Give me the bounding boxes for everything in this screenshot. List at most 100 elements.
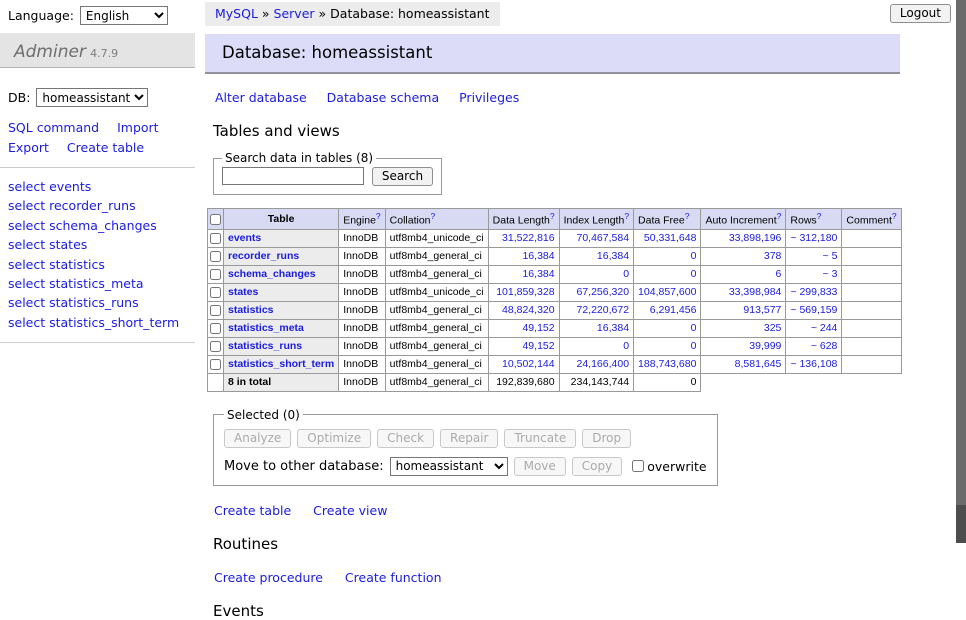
search-input[interactable] [222, 167, 364, 185]
row-checkbox[interactable] [210, 287, 221, 298]
create-procedure-link[interactable]: Create procedure [214, 570, 323, 585]
data-length-link[interactable]: 16,384 [522, 268, 554, 280]
row-checkbox[interactable] [210, 341, 221, 352]
sidebar-item-select-statistics[interactable]: select statistics [8, 257, 105, 272]
select-all-checkbox[interactable] [210, 214, 221, 225]
rows-count-link[interactable]: ~ 569,159 [790, 304, 837, 316]
sidebar-link-import[interactable]: Import [117, 120, 159, 135]
collation-cell: utf8mb4_general_ci [385, 247, 488, 265]
create-table-link[interactable]: Create table [214, 503, 291, 518]
alter-database-link[interactable]: Alter database [215, 90, 307, 105]
rows-count-link[interactable]: ~ 312,180 [790, 232, 837, 244]
help-icon[interactable]: ? [376, 211, 381, 221]
index-length-link[interactable]: 0 [623, 268, 629, 280]
overwrite-checkbox[interactable] [632, 460, 644, 472]
auto-increment-link[interactable]: 39,999 [749, 340, 781, 352]
data-free-link[interactable]: 50,331,648 [644, 232, 697, 244]
help-icon[interactable]: ? [817, 211, 822, 221]
help-icon[interactable]: ? [777, 211, 782, 221]
index-length-link[interactable]: 72,220,672 [576, 304, 629, 316]
breadcrumb-link-mysql[interactable]: MySQL [215, 6, 258, 21]
auto-increment-link[interactable]: 325 [764, 322, 782, 334]
sidebar-item-select-statistics-runs[interactable]: select statistics_runs [8, 295, 139, 310]
row-checkbox[interactable] [210, 251, 221, 262]
table-name-link[interactable]: states [228, 286, 258, 298]
auto-increment-link[interactable]: 378 [764, 250, 782, 262]
language-select[interactable]: English [80, 6, 168, 25]
table-name-link[interactable]: statistics_meta [228, 322, 304, 334]
index-length-link[interactable]: 0 [623, 340, 629, 352]
sidebar-item-select-statistics-meta[interactable]: select statistics_meta [8, 276, 144, 291]
sidebar-link-sql-command[interactable]: SQL command [8, 120, 99, 135]
adminer-logo: Adminer [14, 42, 86, 62]
table-name-link[interactable]: statistics_runs [228, 340, 302, 352]
data-length-link[interactable]: 101,859,328 [496, 286, 554, 298]
data-length-link[interactable]: 16,384 [522, 250, 554, 262]
data-free-link[interactable]: 104,857,600 [638, 286, 696, 298]
row-checkbox[interactable] [210, 233, 221, 244]
rows-count-link[interactable]: ~ 628 [811, 340, 838, 352]
data-free-link[interactable]: 0 [691, 250, 697, 262]
sidebar-item-select-schema-changes[interactable]: select schema_changes [8, 218, 157, 233]
help-icon[interactable]: ? [624, 211, 629, 221]
rows-count-link[interactable]: ~ 3 [823, 268, 838, 280]
rows-count-link[interactable]: ~ 299,833 [790, 286, 837, 298]
data-free-link[interactable]: 188,743,680 [638, 358, 696, 370]
index-length-link[interactable]: 70,467,584 [576, 232, 629, 244]
index-length-link[interactable]: 16,384 [597, 250, 629, 262]
help-icon[interactable]: ? [431, 211, 436, 221]
scrollbar-thumb[interactable] [956, 0, 966, 505]
index-length-link[interactable]: 16,384 [597, 322, 629, 334]
table-name-link[interactable]: statistics [228, 304, 274, 316]
table-header-row: Table Engine? Collation? Data Length? In… [208, 209, 902, 230]
index-length-link[interactable]: 24,166,400 [576, 358, 629, 370]
data-free-link[interactable]: 0 [691, 340, 697, 352]
collation-cell: utf8mb4_general_ci [385, 301, 488, 319]
move-database-select[interactable]: homeassistant [390, 457, 508, 476]
create-function-link[interactable]: Create function [345, 570, 442, 585]
data-length-link[interactable]: 48,824,320 [502, 304, 555, 316]
data-free-link[interactable]: 0 [691, 322, 697, 334]
logout-button[interactable]: Logout [890, 4, 951, 23]
table-name-link[interactable]: schema_changes [228, 268, 316, 280]
sidebar-link-create-table[interactable]: Create table [67, 140, 144, 155]
row-checkbox[interactable] [210, 269, 221, 280]
data-length-link[interactable]: 31,522,816 [502, 232, 555, 244]
sidebar-item-select-events[interactable]: select events [8, 179, 91, 194]
create-view-link[interactable]: Create view [313, 503, 387, 518]
db-select[interactable]: homeassistant [36, 88, 148, 107]
index-length-link[interactable]: 67,256,320 [576, 286, 629, 298]
rows-count-link[interactable]: ~ 244 [811, 322, 838, 334]
auto-increment-link[interactable]: 33,898,196 [729, 232, 782, 244]
row-checkbox[interactable] [210, 305, 221, 316]
row-checkbox[interactable] [210, 359, 221, 370]
table-name-link[interactable]: recorder_runs [228, 250, 299, 262]
help-icon[interactable]: ? [685, 211, 690, 221]
data-length-link[interactable]: 49,152 [522, 322, 554, 334]
breadcrumb-link-server[interactable]: Server [274, 6, 315, 21]
data-length-link[interactable]: 10,502,144 [502, 358, 555, 370]
row-checkbox[interactable] [210, 323, 221, 334]
list-item: select statistics_short_term [8, 313, 195, 332]
search-button[interactable]: Search [372, 167, 433, 186]
auto-increment-link[interactable]: 6 [776, 268, 782, 280]
database-schema-link[interactable]: Database schema [327, 90, 439, 105]
data-length-link[interactable]: 49,152 [522, 340, 554, 352]
rows-count-link[interactable]: ~ 136,108 [790, 358, 837, 370]
help-icon[interactable]: ? [892, 211, 897, 221]
auto-increment-link[interactable]: 913,577 [743, 304, 781, 316]
auto-increment-link[interactable]: 8,581,645 [735, 358, 782, 370]
table-name-link[interactable]: events [228, 232, 261, 244]
collation-cell: utf8mb4_general_ci [385, 319, 488, 337]
data-free-link[interactable]: 6,291,456 [650, 304, 697, 316]
sidebar-item-select-recorder-runs[interactable]: select recorder_runs [8, 198, 136, 213]
data-free-link[interactable]: 0 [691, 268, 697, 280]
sidebar-item-select-statistics-short-term[interactable]: select statistics_short_term [8, 315, 179, 330]
sidebar-item-select-states[interactable]: select states [8, 237, 87, 252]
auto-increment-link[interactable]: 33,398,984 [729, 286, 782, 298]
table-name-link[interactable]: statistics_short_term [228, 358, 334, 370]
rows-count-link[interactable]: ~ 5 [823, 250, 838, 262]
help-icon[interactable]: ? [550, 211, 555, 221]
privileges-link[interactable]: Privileges [459, 90, 519, 105]
sidebar-link-export[interactable]: Export [8, 140, 49, 155]
